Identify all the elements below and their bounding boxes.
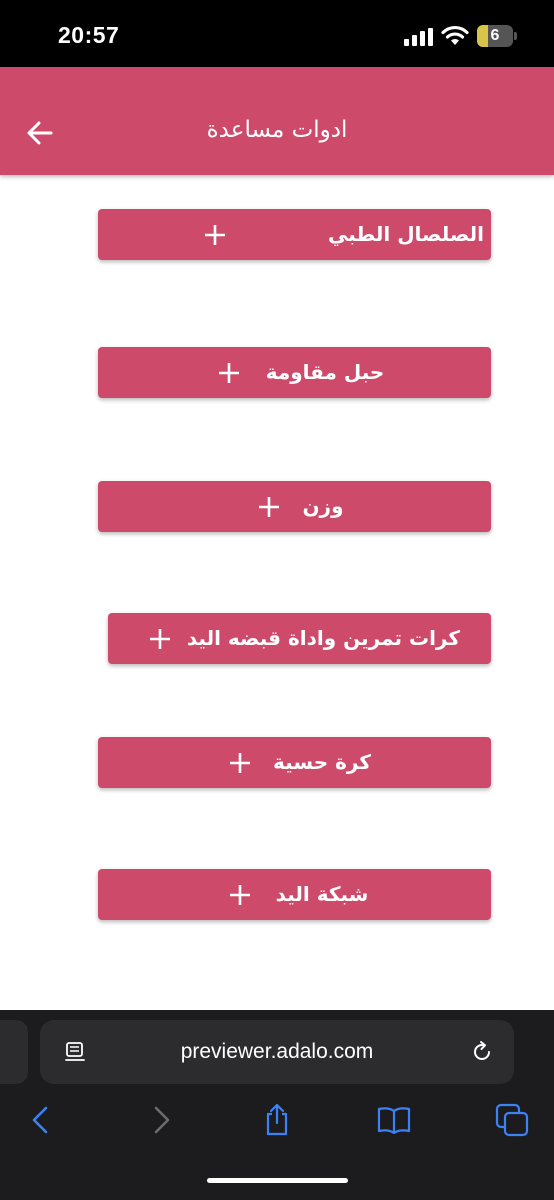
tool-label: وزن [302,494,344,518]
previous-tab-edge[interactable] [0,1020,28,1084]
url-text: previewer.adalo.com [180,1040,374,1063]
forward-icon[interactable] [144,1103,178,1137]
plus-icon [219,363,239,383]
tool-button-medical-clay[interactable]: الصلصال الطبي [98,209,491,260]
home-indicator [207,1178,348,1183]
status-bar: 20:57 6 [0,0,554,67]
plus-icon [150,629,170,649]
back-icon[interactable] [24,1103,58,1137]
tool-label: حبل مقاومة [265,360,385,384]
battery-icon: 6 [477,25,517,47]
tool-label: كرات تمرين واداة قبضه اليد [186,626,460,650]
plus-icon [230,885,250,905]
share-icon[interactable] [260,1103,294,1137]
tool-label: شبكة اليد [275,882,369,906]
plus-icon [259,497,279,517]
tool-button-resistance-band[interactable]: حبل مقاومة [98,347,491,398]
app-header: ادوات مساعدة [0,67,554,175]
wifi-icon [441,25,469,45]
tool-label: الصلصال الطبي [327,222,484,246]
browser-toolbar: previewer.adalo.com [0,1010,554,1200]
tool-button-sensory-ball[interactable]: كرة حسية [98,737,491,788]
tabs-icon[interactable] [495,1103,529,1137]
plus-icon [205,225,225,245]
address-bar[interactable]: previewer.adalo.com [40,1020,514,1084]
tools-list: الصلصال الطبي حبل مقاومة وزن كرات تمرين … [0,175,554,1010]
status-time: 20:57 [58,22,120,48]
tool-button-hand-net[interactable]: شبكة اليد [98,869,491,920]
reload-icon[interactable] [470,1040,494,1064]
tool-label: كرة حسية [273,750,371,774]
page-title: ادوات مساعدة [206,117,348,143]
signal-icon [404,28,433,46]
plus-icon [230,753,250,773]
bookmarks-icon[interactable] [377,1103,411,1137]
tool-button-exercise-balls-grip[interactable]: كرات تمرين واداة قبضه اليد [108,613,491,664]
battery-level: 6 [490,27,500,44]
tool-button-weight[interactable]: وزن [98,481,491,532]
